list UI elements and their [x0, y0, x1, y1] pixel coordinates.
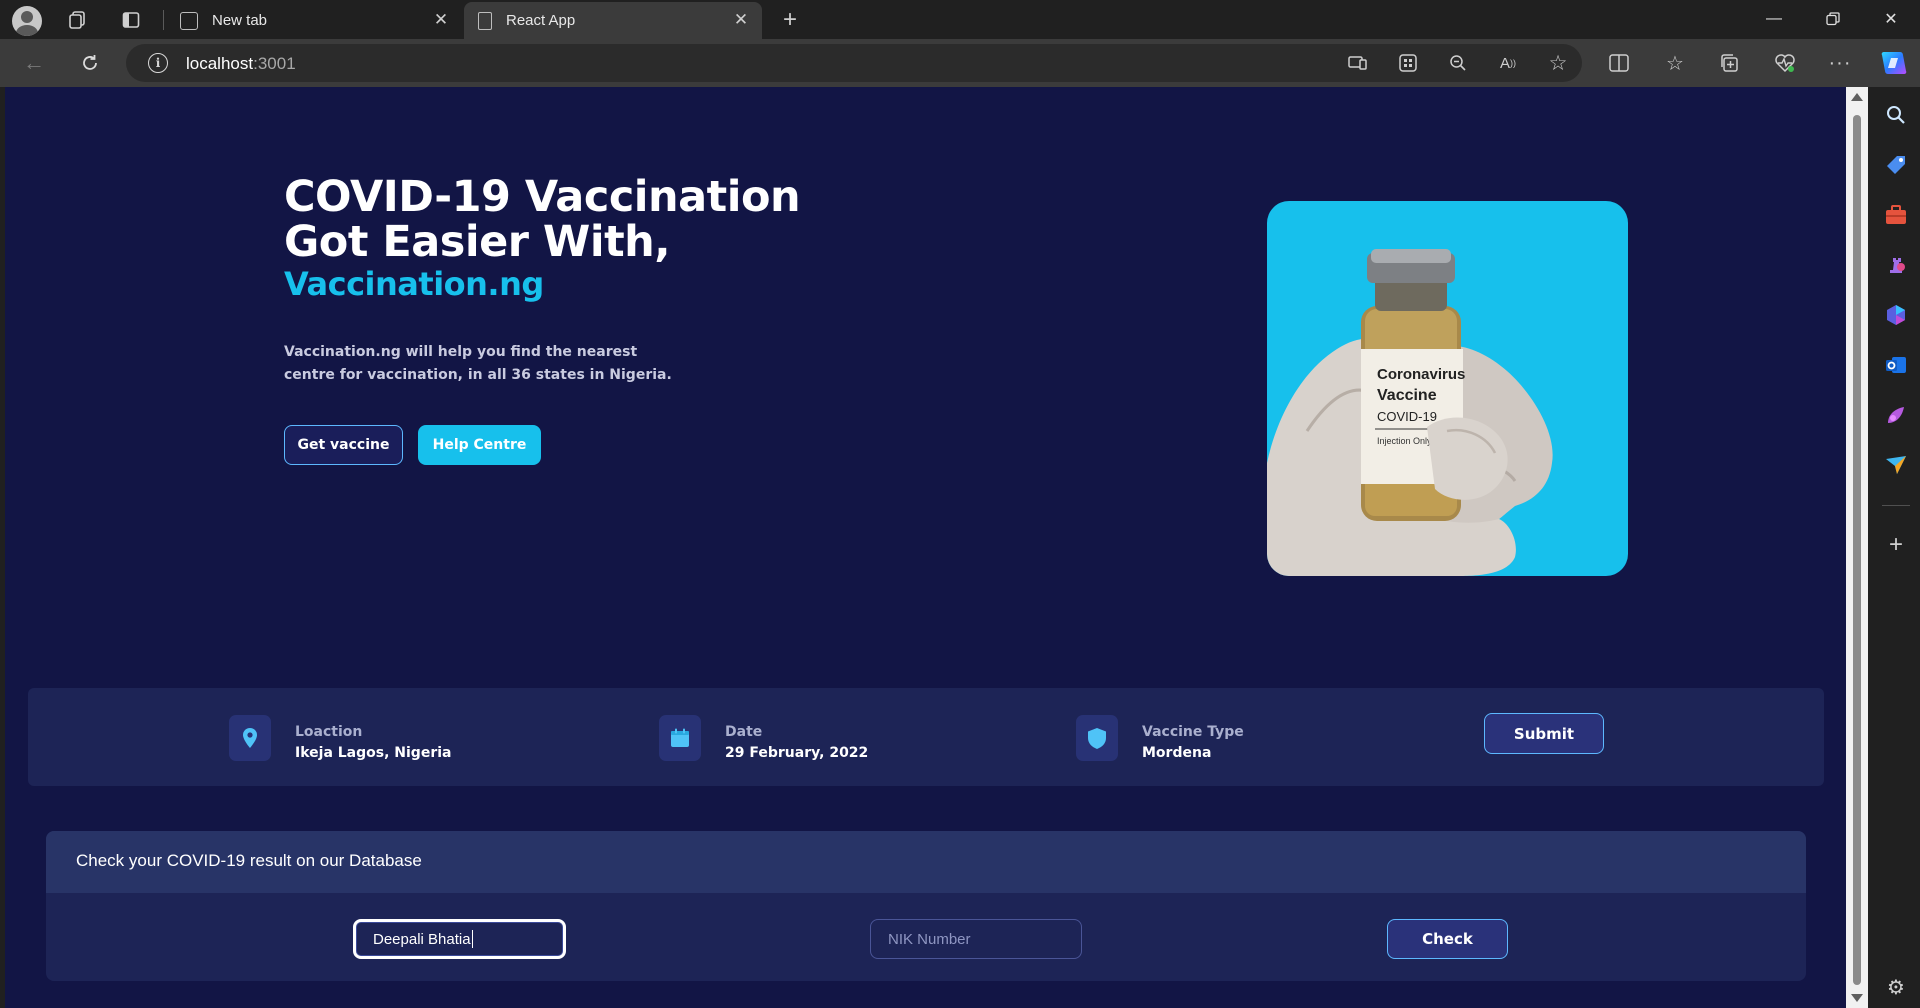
- name-input-value: Deepali Bhatia: [373, 930, 471, 948]
- calendar-icon: [659, 715, 701, 761]
- url-host: localhost: [186, 54, 254, 73]
- workspaces-icon[interactable]: [64, 8, 90, 32]
- check-button[interactable]: Check: [1387, 919, 1508, 959]
- add-sidebar-app-icon[interactable]: +: [1884, 531, 1908, 558]
- sidebar-divider: [1882, 505, 1910, 506]
- tab-label: New tab: [212, 12, 268, 29]
- browser-toolbar: ← i localhost:3001 A)) ☆ ☆ ···: [0, 39, 1920, 87]
- close-window-icon[interactable]: ✕: [1864, 0, 1918, 38]
- text-caret: [471, 930, 473, 948]
- apps-grid-icon[interactable]: [1396, 52, 1420, 74]
- booking-bar: Loaction Ikeja Lagos, Nigeria Date 29 Fe…: [28, 688, 1824, 786]
- vaccine-type-label: Vaccine Type: [1142, 724, 1244, 740]
- browser-essentials-icon[interactable]: [1772, 51, 1798, 75]
- collections-icon[interactable]: [1716, 51, 1742, 75]
- copilot-icon[interactable]: [1879, 48, 1909, 78]
- help-centre-button[interactable]: Help Centre: [418, 425, 541, 465]
- shopping-tag-icon[interactable]: [1884, 153, 1908, 177]
- tab-label: React App: [506, 12, 576, 29]
- date-value: 29 February, 2022: [725, 745, 869, 761]
- more-menu-icon[interactable]: ···: [1826, 49, 1854, 77]
- name-input[interactable]: Deepali Bhatia: [353, 919, 566, 959]
- location-value: Ikeja Lagos, Nigeria: [295, 745, 452, 761]
- hero-title-line-1: COVID-19 Vaccination: [284, 172, 801, 222]
- sidebar-search-icon[interactable]: [1884, 103, 1908, 127]
- zoom-out-icon[interactable]: [1446, 52, 1470, 74]
- tab-react-app[interactable]: React App ✕: [464, 2, 762, 39]
- location-label: Loaction: [295, 724, 363, 740]
- vial-label-line-2: Vaccine: [1377, 387, 1437, 404]
- hero-description: Vaccination.ng will help you find the ne…: [284, 341, 684, 387]
- date-label: Date: [725, 724, 763, 740]
- address-bar[interactable]: i localhost:3001 A)) ☆: [126, 44, 1582, 82]
- document-icon: [478, 11, 492, 30]
- hero-description-line-2: centre for vaccination, in all 36 states…: [284, 367, 672, 383]
- tools-briefcase-icon[interactable]: [1884, 203, 1908, 227]
- submit-button[interactable]: Submit: [1484, 713, 1604, 754]
- scroll-up-arrow-icon[interactable]: [1851, 93, 1863, 101]
- minimize-icon[interactable]: —: [1747, 0, 1801, 38]
- sidebar-settings-icon[interactable]: ⚙: [1884, 975, 1908, 999]
- designer-icon[interactable]: [1884, 403, 1908, 427]
- favorites-icon[interactable]: ☆: [1662, 50, 1688, 76]
- send-icon[interactable]: [1884, 453, 1908, 477]
- check-result-title: Check your COVID-19 result on our Databa…: [76, 851, 422, 870]
- microsoft-365-icon[interactable]: [1884, 303, 1908, 327]
- url-port: :3001: [253, 54, 296, 73]
- read-aloud-icon[interactable]: A)): [1496, 52, 1520, 74]
- close-tab-icon[interactable]: ✕: [430, 9, 452, 31]
- page-viewport: COVID-19 Vaccination Got Easier With, Va…: [5, 87, 1846, 1008]
- site-info-icon[interactable]: i: [148, 53, 168, 73]
- vaccine-vial-image: Coronavirus Vaccine COVID-19 Injection O…: [1267, 201, 1628, 576]
- close-tab-icon[interactable]: ✕: [730, 9, 752, 31]
- restore-icon[interactable]: [1806, 0, 1860, 38]
- scroll-thumb[interactable]: [1853, 115, 1861, 985]
- profile-avatar-icon[interactable]: [12, 6, 42, 36]
- refresh-icon[interactable]: [76, 49, 104, 77]
- vial-label-line-4: Injection Only: [1377, 436, 1432, 446]
- back-arrow-icon[interactable]: ←: [20, 49, 48, 77]
- location-pin-icon: [229, 715, 271, 761]
- nik-number-input[interactable]: NIK Number: [870, 919, 1082, 959]
- browser-titlebar: New tab ✕ React App ✕ + — ✕: [0, 0, 1920, 39]
- vial-label-line-1: Coronavirus: [1377, 366, 1465, 383]
- page-scrollbar[interactable]: [1846, 87, 1868, 1008]
- new-tab-plus-icon[interactable]: +: [776, 6, 804, 34]
- games-chess-icon[interactable]: [1884, 253, 1908, 277]
- hero-title: COVID-19 Vaccination Got Easier With,: [284, 172, 801, 267]
- check-result-header: Check your COVID-19 result on our Databa…: [46, 831, 1806, 893]
- tab-new-tab[interactable]: New tab ✕: [166, 2, 462, 39]
- get-vaccine-button[interactable]: Get vaccine: [284, 425, 403, 465]
- favorite-star-icon[interactable]: ☆: [1546, 51, 1570, 75]
- outlook-icon[interactable]: [1884, 353, 1908, 377]
- nik-number-placeholder: NIK Number: [888, 930, 971, 948]
- shield-icon: [1076, 715, 1118, 761]
- hero-brand: Vaccination.ng: [284, 265, 544, 303]
- split-screen-icon[interactable]: [1606, 51, 1632, 75]
- tab-separator: [163, 10, 164, 30]
- url-text[interactable]: localhost:3001: [186, 54, 296, 74]
- vial-label-line-3: COVID-19: [1377, 409, 1437, 424]
- check-result-card: Check your COVID-19 result on our Databa…: [46, 831, 1806, 981]
- edge-sidebar: + ⚙: [1872, 87, 1920, 1008]
- new-tab-page-icon: [180, 11, 198, 30]
- vaccine-type-value: Mordena: [1142, 745, 1212, 761]
- hero-description-line-1: Vaccination.ng will help you find the ne…: [284, 344, 638, 360]
- hero-title-line-2: Got Easier With,: [284, 217, 671, 267]
- vertical-tabs-icon[interactable]: [118, 8, 144, 32]
- scroll-down-arrow-icon[interactable]: [1851, 994, 1863, 1002]
- app-available-icon[interactable]: [1346, 52, 1370, 74]
